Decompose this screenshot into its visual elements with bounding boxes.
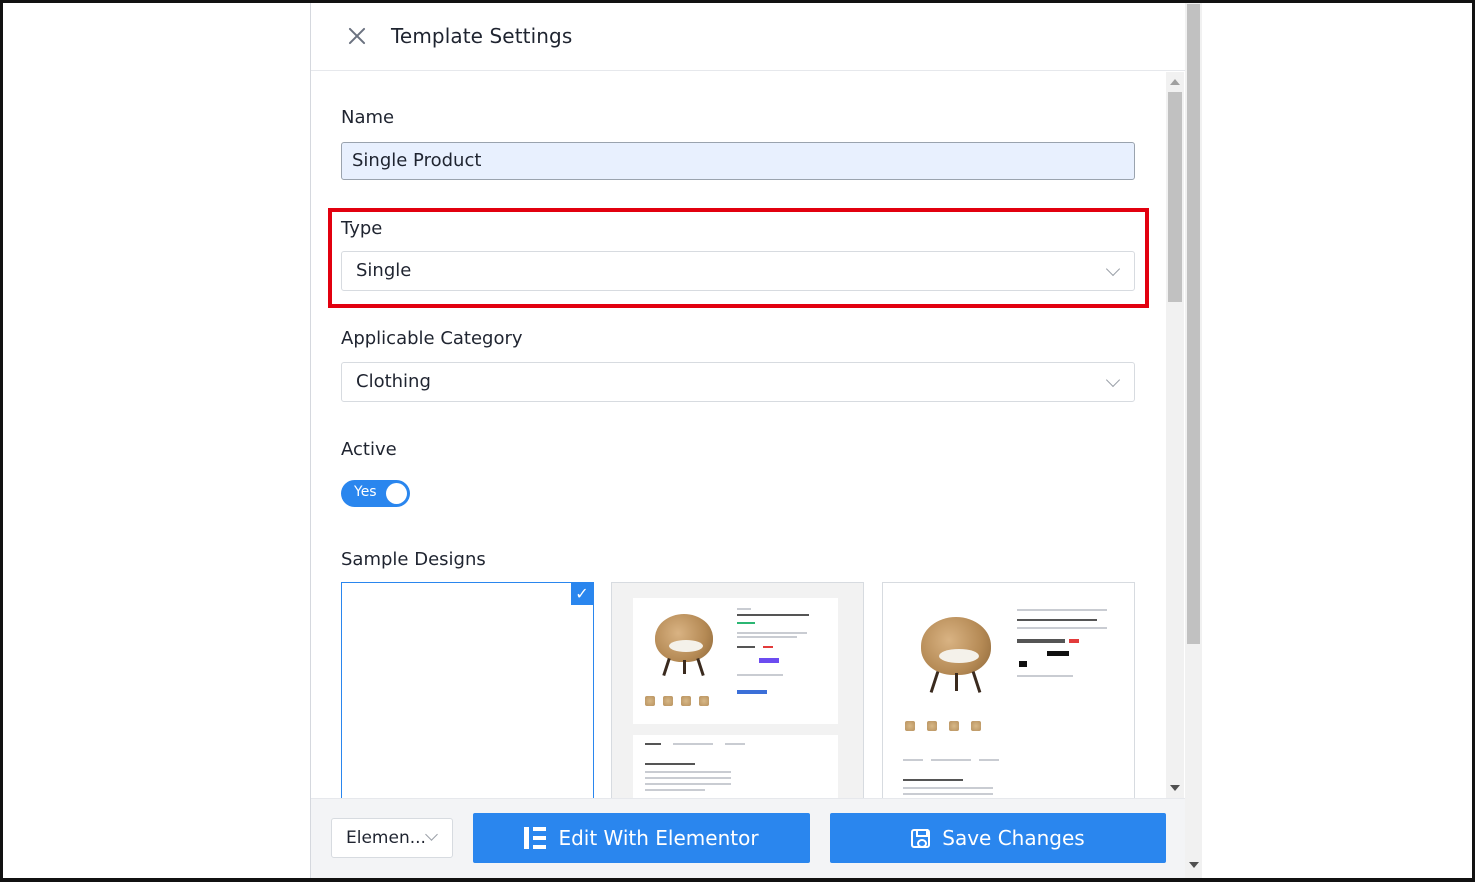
builder-select-value: Elemen... xyxy=(346,828,426,848)
save-button-label: Save Changes xyxy=(942,826,1085,850)
scroll-up-icon[interactable] xyxy=(1170,79,1180,85)
active-label: Active xyxy=(341,439,397,460)
panel-header: Template Settings xyxy=(311,0,1185,71)
scroll-down-icon[interactable] xyxy=(1170,785,1180,791)
category-select[interactable]: Clothing xyxy=(341,362,1135,402)
builder-select[interactable]: Elemen... xyxy=(331,818,453,858)
close-icon[interactable] xyxy=(347,26,367,46)
active-toggle-text: Yes xyxy=(354,484,377,500)
scroll-down-icon[interactable] xyxy=(1189,862,1199,868)
elementor-icon xyxy=(524,827,547,849)
name-label: Name xyxy=(341,107,395,128)
sample-design-1[interactable] xyxy=(611,582,864,812)
toggle-knob xyxy=(386,483,407,504)
save-changes-button[interactable]: Save Changes xyxy=(830,813,1166,863)
inner-scrollbar[interactable] xyxy=(1166,72,1184,798)
template-settings-panel: Template Settings Name Single Product Ty… xyxy=(310,0,1185,882)
active-toggle[interactable]: Yes xyxy=(341,480,410,507)
type-select[interactable]: Single xyxy=(341,251,1135,291)
sample-design-blank[interactable]: ✓ xyxy=(341,582,594,812)
edit-button-label: Edit With Elementor xyxy=(558,826,759,850)
edit-with-elementor-button[interactable]: Edit With Elementor xyxy=(473,813,810,863)
sample-design-2[interactable] xyxy=(882,582,1135,812)
panel-footer: Elemen... Edit With Elementor Save Chang… xyxy=(311,798,1185,882)
type-select-value: Single xyxy=(356,260,412,281)
inner-scroll-thumb[interactable] xyxy=(1168,92,1182,302)
design-2-description-preview xyxy=(901,753,1119,803)
sample-designs-grid: ✓ xyxy=(341,582,1136,812)
save-icon xyxy=(911,828,931,848)
name-input[interactable]: Single Product xyxy=(341,142,1135,180)
type-label: Type xyxy=(341,218,383,239)
chair-image xyxy=(651,612,717,682)
chevron-down-icon xyxy=(1105,261,1121,277)
chevron-down-icon xyxy=(425,828,438,841)
outer-scrollbar[interactable] xyxy=(1185,0,1202,882)
sample-designs-label: Sample Designs xyxy=(341,549,486,570)
design-2-product-preview xyxy=(901,601,1119,741)
outer-scroll-thumb[interactable] xyxy=(1187,4,1200,644)
category-label: Applicable Category xyxy=(341,328,523,349)
design-1-product-preview xyxy=(633,598,838,724)
check-icon: ✓ xyxy=(571,583,593,605)
chevron-down-icon xyxy=(1105,372,1121,388)
category-select-value: Clothing xyxy=(356,371,431,392)
chair-image xyxy=(917,615,995,701)
panel-title: Template Settings xyxy=(391,24,573,48)
